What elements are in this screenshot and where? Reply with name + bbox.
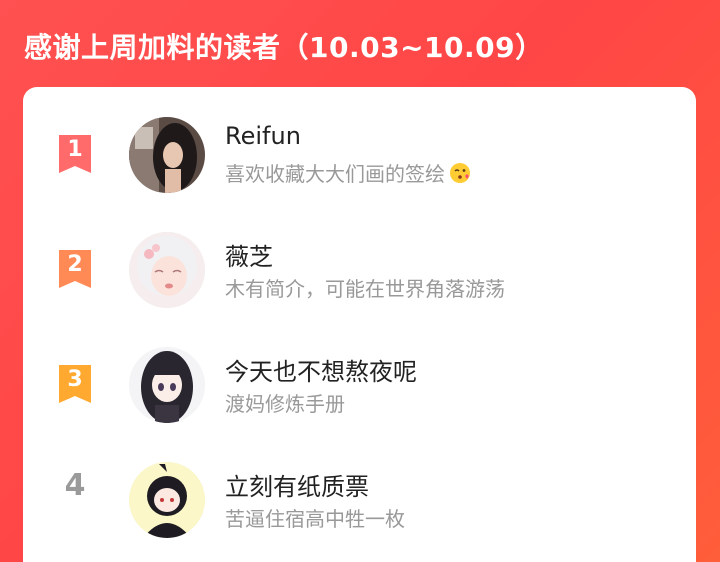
reader-description: 木有简介，可能在世界角落游荡 [225, 277, 505, 301]
leaderboard-page: 感谢上周加料的读者（10.03~10.09） 1 Reifun 喜欢收藏大大们画… [0, 0, 720, 562]
page-title: 感谢上周加料的读者（10.03~10.09） [24, 31, 544, 64]
reader-description: 苦逼住宿高中牲一枚 [225, 507, 405, 531]
rank-number: 2 [67, 252, 83, 277]
avatar[interactable] [129, 232, 205, 308]
rank-number: 3 [67, 367, 83, 392]
rank-number: 1 [67, 137, 83, 162]
list-item[interactable]: 2 薇芝 木有简介，可能在世界角落游荡 [23, 210, 696, 310]
rank-badge-icon: 1 [55, 133, 95, 175]
list-item[interactable]: 4 立刻有纸质票 苦逼住宿高中牲一枚 [23, 440, 696, 540]
list-item[interactable]: 1 Reifun 喜欢收藏大大们画的签绘 [23, 95, 696, 195]
rank-number: 4 [64, 468, 86, 503]
reader-description: 渡妈修炼手册 [225, 392, 345, 416]
reader-description-text: 喜欢收藏大大们画的签绘 [225, 162, 445, 186]
reader-name: 立刻有纸质票 [225, 473, 369, 501]
avatar[interactable] [129, 347, 205, 423]
reader-list-card: 1 Reifun 喜欢收藏大大们画的签绘 2 薇芝 木有简介，可能在世界角落游荡… [23, 87, 696, 562]
rank-badge-icon: 3 [55, 363, 95, 405]
rank-badge-icon: 2 [55, 248, 95, 290]
list-item[interactable]: 3 今天也不想熬夜呢 渡妈修炼手册 [23, 325, 696, 425]
reader-name: 薇芝 [225, 243, 273, 271]
reader-description: 喜欢收藏大大们画的签绘 [225, 158, 471, 187]
kissing-face-icon [450, 163, 470, 183]
reader-name: Reifun [225, 122, 301, 150]
avatar[interactable] [129, 117, 205, 193]
avatar[interactable] [129, 462, 205, 538]
reader-name: 今天也不想熬夜呢 [225, 358, 417, 386]
